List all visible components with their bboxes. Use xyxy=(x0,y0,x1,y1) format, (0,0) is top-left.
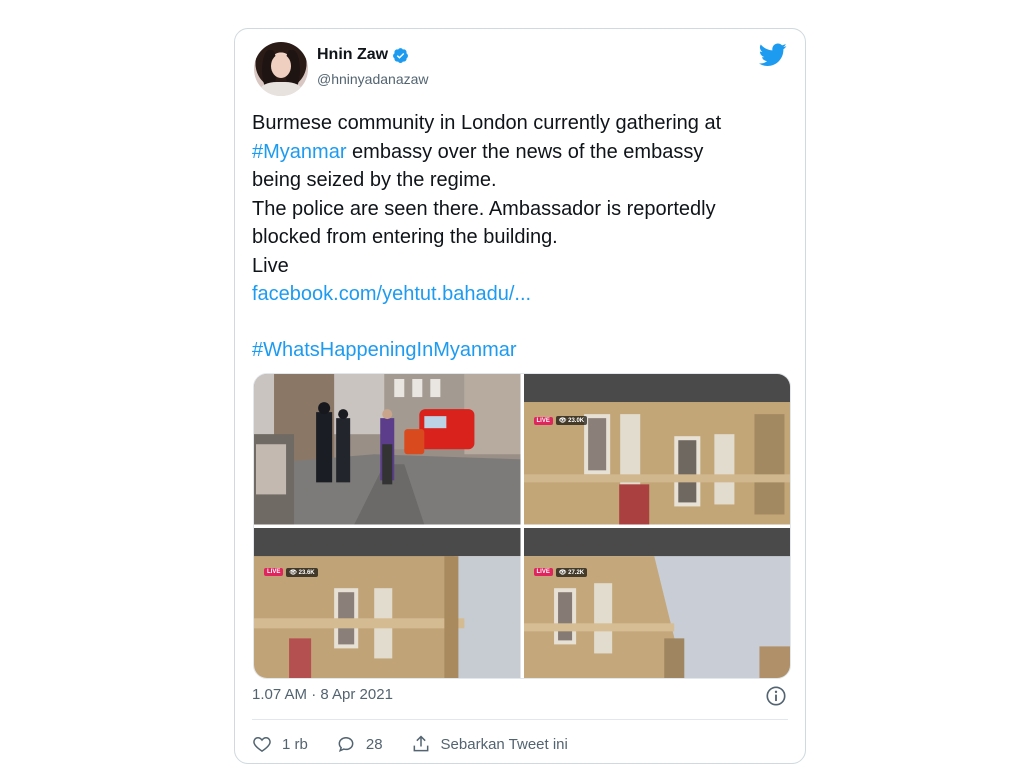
user-handle[interactable]: @hninyadanazaw xyxy=(317,71,429,87)
live-badge: LIVE 👁 23.0K xyxy=(533,416,588,425)
hashtag-whatshappening-link[interactable]: #WhatsHappeningInMyanmar xyxy=(252,339,517,361)
user-avatar[interactable] xyxy=(254,42,308,96)
tweet-body: Burmese community in London currently ga… xyxy=(252,109,782,364)
viewer-count: 👁 27.2K xyxy=(555,567,588,577)
share-button[interactable]: Sebarkan Tweet ini xyxy=(411,734,568,754)
live-badge: LIVE 👁 27.2K xyxy=(533,567,588,577)
tweet-line: blocked from entering the building. xyxy=(252,226,558,248)
twitter-logo-icon[interactable] xyxy=(759,43,787,67)
tweet-line: being seized by the regime. xyxy=(252,169,497,191)
building-photo-icon xyxy=(254,527,521,678)
tweet-actions: 1 rb 28 Sebarkan Tweet ini xyxy=(252,734,596,754)
avatar-shirt xyxy=(260,82,302,96)
share-label: Sebarkan Tweet ini xyxy=(440,735,568,753)
tweet-card[interactable]: Hnin Zaw @hninyadanazaw Burmese communit… xyxy=(234,28,806,764)
live-label: LIVE xyxy=(264,568,284,576)
display-name[interactable]: Hnin Zaw xyxy=(317,46,388,64)
tweet-line-rest: embassy over the news of the embassy xyxy=(346,140,704,163)
media-live-video-3[interactable]: LIVE 👁 27.2K xyxy=(523,527,790,678)
avatar-face xyxy=(271,54,291,78)
share-icon xyxy=(413,735,428,752)
building-photo-icon xyxy=(523,527,790,678)
tweet-line: Live xyxy=(252,254,289,277)
media-live-video-1[interactable]: LIVE 👁 23.0K xyxy=(523,374,790,525)
info-icon[interactable] xyxy=(765,685,787,707)
hashtag-myanmar-link[interactable]: #Myanmar xyxy=(252,141,346,163)
reply-count: 28 xyxy=(365,735,383,753)
like-count: 1 rb xyxy=(282,735,308,753)
live-label: LIVE xyxy=(533,568,553,576)
facebook-link[interactable]: facebook.com/yehtut.bahadu/... xyxy=(252,283,531,305)
street-photo-icon xyxy=(254,374,521,525)
building-photo-icon xyxy=(523,374,790,525)
media-live-video-2[interactable]: LIVE 👁 23.6K xyxy=(254,527,521,678)
tweet-line: #WhatsHappeningInMyanmar xyxy=(252,336,782,365)
like-button[interactable]: 1 rb xyxy=(252,734,308,754)
viewer-count: 👁 23.0K xyxy=(555,416,588,425)
divider xyxy=(252,719,788,720)
verified-badge-icon xyxy=(393,47,409,63)
media-grid: LIVE 👁 23.0K LIVE 👁 23.6K LIVE 👁 27.2K xyxy=(253,373,791,679)
live-badge: LIVE 👁 23.6K xyxy=(264,567,318,577)
reply-button[interactable]: 28 xyxy=(336,734,383,754)
tweet-line: The police are seen there. Ambassador is… xyxy=(252,197,716,220)
tweet-line: facebook.com/yehtut.bahadu/... xyxy=(252,280,782,309)
viewer-count: 👁 23.6K xyxy=(286,567,318,577)
live-label: LIVE xyxy=(533,416,553,425)
name-row: Hnin Zaw xyxy=(317,46,409,64)
heart-icon xyxy=(253,736,271,752)
tweet-line: #Myanmar embassy over the news of the em… xyxy=(252,138,782,167)
tweet-timestamp[interactable]: 1.07 AM · 8 Apr 2021 xyxy=(252,686,393,703)
reply-bubble-icon xyxy=(338,736,354,753)
media-photo-street[interactable] xyxy=(254,374,521,525)
tweet-line: Burmese community in London currently ga… xyxy=(252,112,722,134)
